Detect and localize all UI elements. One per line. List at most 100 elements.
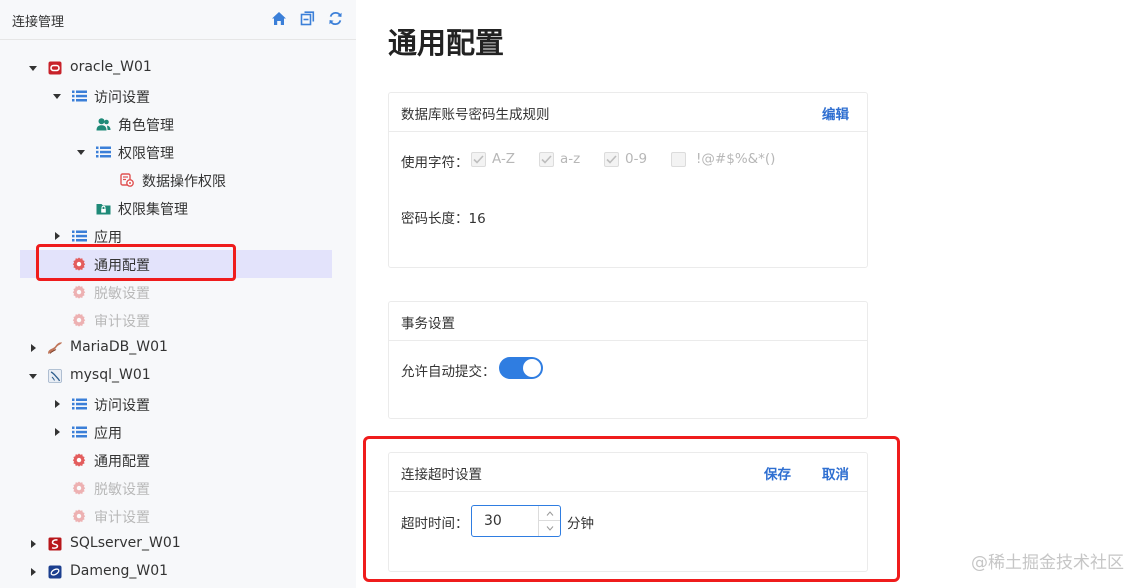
- checkbox-box[interactable]: [539, 151, 554, 167]
- tree-node[interactable]: 审计设置: [0, 306, 356, 334]
- tree-node-label: 数据操作权限: [142, 174, 226, 190]
- tree-node-label: 审计设置: [94, 314, 150, 330]
- tree-node[interactable]: oracle_W01: [0, 54, 356, 82]
- highlight-box-timeout: [363, 436, 900, 582]
- gear-icon: [71, 312, 87, 328]
- tree-node[interactable]: MariaDB_W01: [0, 334, 356, 362]
- sqlserver-icon: [47, 536, 63, 552]
- tree-node-label: oracle_W01: [70, 59, 152, 75]
- list-icon: [71, 396, 87, 412]
- list-icon: [71, 424, 87, 440]
- sidebar-header: 连接管理: [0, 0, 356, 40]
- sidebar-toolbar: [270, 9, 344, 27]
- tree-node[interactable]: 访问设置: [0, 82, 356, 110]
- tree-node[interactable]: 角色管理: [0, 110, 356, 138]
- tree-node[interactable]: 应用: [0, 418, 356, 446]
- tree-node-label: 权限管理: [118, 146, 174, 162]
- oracle-db-icon: [47, 60, 63, 76]
- caret-right-icon[interactable]: [28, 343, 38, 353]
- caret-down-icon[interactable]: [28, 63, 38, 73]
- tree-node-label: 通用配置: [94, 454, 150, 470]
- tree-node[interactable]: 审计设置: [0, 502, 356, 530]
- autocommit-switch[interactable]: [499, 357, 543, 379]
- sidebar-title: 连接管理: [12, 15, 65, 30]
- tree-node[interactable]: 脱敏设置: [0, 278, 356, 306]
- tree-node-label: 脱敏设置: [94, 482, 150, 498]
- caret-right-icon[interactable]: [52, 231, 62, 241]
- tree-node-label: Dameng_W01: [70, 563, 169, 579]
- caret-right-icon[interactable]: [52, 427, 62, 437]
- checkbox-digits[interactable]: 0-9: [604, 151, 647, 167]
- checkbox-lowercase[interactable]: a-z: [539, 151, 580, 167]
- tree-node-label: mysql_W01: [70, 367, 151, 383]
- checkbox-box[interactable]: [671, 151, 686, 167]
- tree-node-label: 角色管理: [118, 118, 174, 134]
- caret-down-icon[interactable]: [76, 147, 86, 157]
- edit-button[interactable]: 编辑: [822, 103, 849, 123]
- list-icon: [71, 88, 87, 104]
- check-icon: [473, 154, 484, 164]
- gear-icon: [71, 284, 87, 300]
- users-icon: [95, 116, 111, 132]
- check-icon: [541, 154, 552, 164]
- watermark: @稀土掘金技术社区: [971, 553, 1124, 573]
- charset-row: 使用字符： A-Z a-z 0-9 !@#$%&*(): [401, 151, 775, 171]
- refresh-icon[interactable]: [326, 9, 344, 27]
- tree-node-label: 脱敏设置: [94, 286, 150, 302]
- autocommit-row: 允许自动提交：: [401, 357, 543, 380]
- tree-node[interactable]: 权限管理: [0, 138, 356, 166]
- password-length-label: 密码长度：: [401, 211, 469, 227]
- transaction-title: 事务设置: [401, 316, 455, 332]
- password-rules-title: 数据库账号密码生成规则: [401, 107, 550, 123]
- transaction-card: 事务设置 允许自动提交：: [388, 301, 868, 419]
- tree-node[interactable]: 访问设置: [0, 390, 356, 418]
- highlight-box-general-config: [36, 244, 236, 281]
- tree-node[interactable]: 脱敏设置: [0, 474, 356, 502]
- caret-right-icon[interactable]: [52, 399, 62, 409]
- tree-node[interactable]: Dameng_W01: [0, 558, 356, 586]
- password-length-value: 16: [468, 211, 486, 227]
- password-rules-header: 数据库账号密码生成规则 编辑: [389, 93, 867, 132]
- transaction-header: 事务设置: [389, 302, 867, 341]
- autocommit-label: 允许自动提交：: [401, 364, 496, 380]
- checkbox-box[interactable]: [604, 151, 619, 167]
- tree-node[interactable]: 通用配置: [0, 446, 356, 474]
- tree-node[interactable]: 数据操作权限: [0, 166, 356, 194]
- tree-node[interactable]: 权限集管理: [0, 194, 356, 222]
- checkbox-symbols[interactable]: !@#$%&*(): [671, 151, 775, 167]
- charset-label: 使用字符：: [401, 155, 469, 171]
- caret-right-icon[interactable]: [28, 567, 38, 577]
- permission-icon: [119, 172, 135, 188]
- tree-node-label: 访问设置: [94, 398, 150, 414]
- caret-right-icon[interactable]: [28, 539, 38, 549]
- tree-node-label: 权限集管理: [118, 202, 188, 218]
- tree-node-label: 访问设置: [94, 90, 150, 106]
- mysql-icon: [47, 368, 63, 384]
- caret-down-icon[interactable]: [28, 371, 38, 381]
- folder-lock-icon: [95, 200, 111, 216]
- checkbox-uppercase[interactable]: A-Z: [471, 151, 515, 167]
- gear-icon: [71, 508, 87, 524]
- home-icon[interactable]: [270, 9, 288, 27]
- tree-node-label: MariaDB_W01: [70, 339, 168, 355]
- gear-icon: [71, 452, 87, 468]
- list-icon: [71, 228, 87, 244]
- sidebar: 连接管理 oracle_W01 访问设置 角色管理 权限管理 数据操作权限 权限集管理 应用…: [0, 0, 356, 588]
- checkbox-label: A-Z: [492, 151, 516, 167]
- checkbox-label: !@#$%&*(): [696, 151, 776, 167]
- tree-node-label: 审计设置: [94, 510, 150, 526]
- tree-node-label: 应用: [94, 426, 122, 442]
- check-icon: [606, 154, 617, 164]
- connection-tree: oracle_W01 访问设置 角色管理 权限管理 数据操作权限 权限集管理 应用 通用配置脱…: [0, 54, 356, 586]
- gear-icon: [71, 480, 87, 496]
- mariadb-icon: [47, 340, 63, 356]
- list-icon: [95, 144, 111, 160]
- caret-down-icon[interactable]: [52, 91, 62, 101]
- checkbox-label: a-z: [560, 151, 581, 167]
- tree-node[interactable]: mysql_W01: [0, 362, 356, 390]
- checkbox-box[interactable]: [471, 151, 486, 167]
- collapse-icon[interactable]: [298, 9, 316, 27]
- password-rules-card: 数据库账号密码生成规则 编辑 使用字符： A-Z a-z 0-9 !@#$%&*…: [388, 92, 868, 268]
- tree-node[interactable]: SQLserver_W01: [0, 530, 356, 558]
- page-title: 通用配置: [388, 26, 505, 60]
